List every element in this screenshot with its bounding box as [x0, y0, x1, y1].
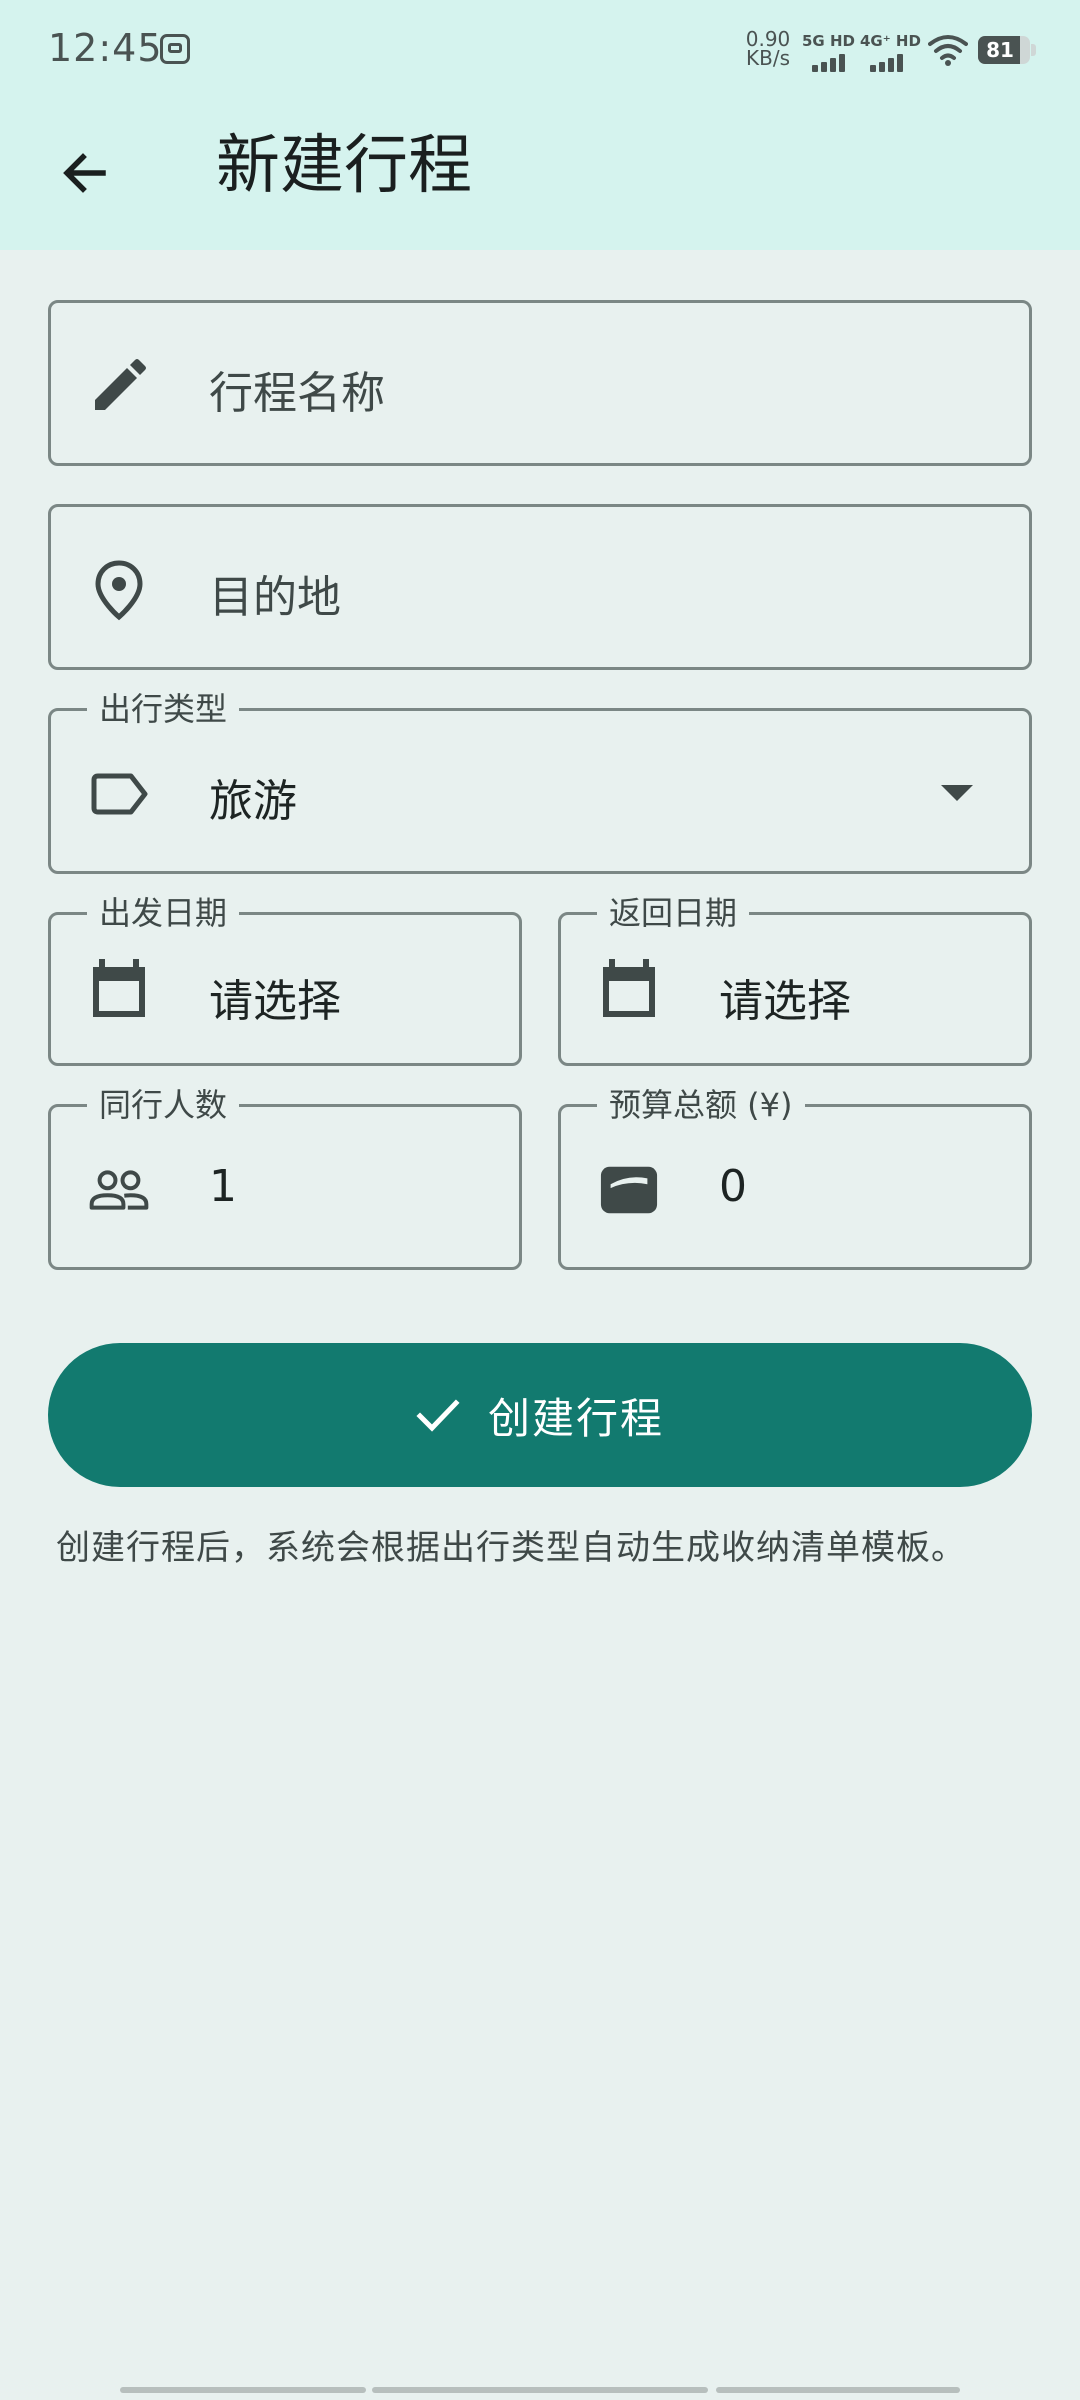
nav-handle-right[interactable]: [716, 2387, 960, 2393]
check-icon: [416, 1399, 460, 1432]
budget-field[interactable]: 预算总额 (¥) 0: [558, 1085, 1032, 1270]
trip-name-input[interactable]: 行程名称: [209, 357, 385, 421]
nav-handle-left[interactable]: [120, 2387, 366, 2393]
battery-icon: 81: [978, 36, 1030, 64]
budget-input[interactable]: 0: [719, 1161, 747, 1212]
depart-date-value: 请选择: [209, 976, 341, 1027]
create-trip-button[interactable]: 创建行程: [48, 1343, 1032, 1487]
trip-type-select[interactable]: 出行类型 旅游: [48, 689, 1032, 874]
wifi-icon: [928, 34, 968, 70]
status-bar: 12:45 0.90 KB/s 5G HD 4G⁺ HD 81: [0, 0, 1080, 100]
depart-date-field[interactable]: 出发日期 请选择: [48, 893, 522, 1066]
location-pin-icon: [89, 560, 149, 621]
back-arrow-icon: [63, 153, 106, 193]
people-icon: [89, 1160, 149, 1220]
wallet-icon: [599, 1160, 659, 1220]
trip-name-field[interactable]: 行程名称: [48, 300, 1032, 466]
return-date-value: 请选择: [719, 976, 851, 1027]
status-time: 12:45: [48, 26, 163, 70]
destination-field[interactable]: 目的地: [48, 504, 1032, 670]
dropdown-arrow-icon[interactable]: [941, 785, 973, 801]
trip-type-value: 旅游: [209, 776, 297, 827]
app-bar: 新建行程: [0, 100, 1080, 250]
app-notification-icon: [160, 34, 190, 64]
back-button[interactable]: [40, 128, 130, 218]
create-trip-label: 创建行程: [487, 1393, 664, 1443]
signal-4g-label: 4G⁺ HD: [860, 32, 921, 50]
companions-input[interactable]: 1: [209, 1161, 237, 1212]
companions-label: 同行人数: [87, 1085, 240, 1125]
trip-type-label: 出行类型: [87, 689, 240, 729]
battery-level: 81: [986, 38, 1014, 62]
calendar-icon: [89, 959, 149, 1019]
destination-input[interactable]: 目的地: [209, 561, 341, 625]
signal-4g-icon: 4G⁺ HD: [860, 32, 921, 72]
signal-5g-icon: 5G HD: [802, 32, 862, 72]
hint-text: 创建行程后，系统会根据出行类型自动生成收纳清单模板。: [56, 1528, 966, 1568]
nav-handle-center[interactable]: [372, 2387, 708, 2393]
pencil-icon: [89, 356, 149, 416]
return-date-label: 返回日期: [597, 893, 750, 933]
page-title: 新建行程: [216, 129, 472, 203]
label-tag-icon: [89, 764, 149, 824]
battery-tip: [1031, 44, 1036, 56]
budget-label: 预算总额 (¥): [597, 1085, 805, 1125]
calendar-icon: [599, 959, 659, 1019]
network-speed-unit: KB/s: [746, 46, 790, 70]
signal-5g-label: 5G HD: [802, 32, 855, 50]
depart-date-label: 出发日期: [87, 893, 240, 933]
network-speed: 0.90 KB/s: [742, 29, 794, 70]
return-date-field[interactable]: 返回日期 请选择: [558, 893, 1032, 1066]
companions-field[interactable]: 同行人数 1: [48, 1085, 522, 1270]
